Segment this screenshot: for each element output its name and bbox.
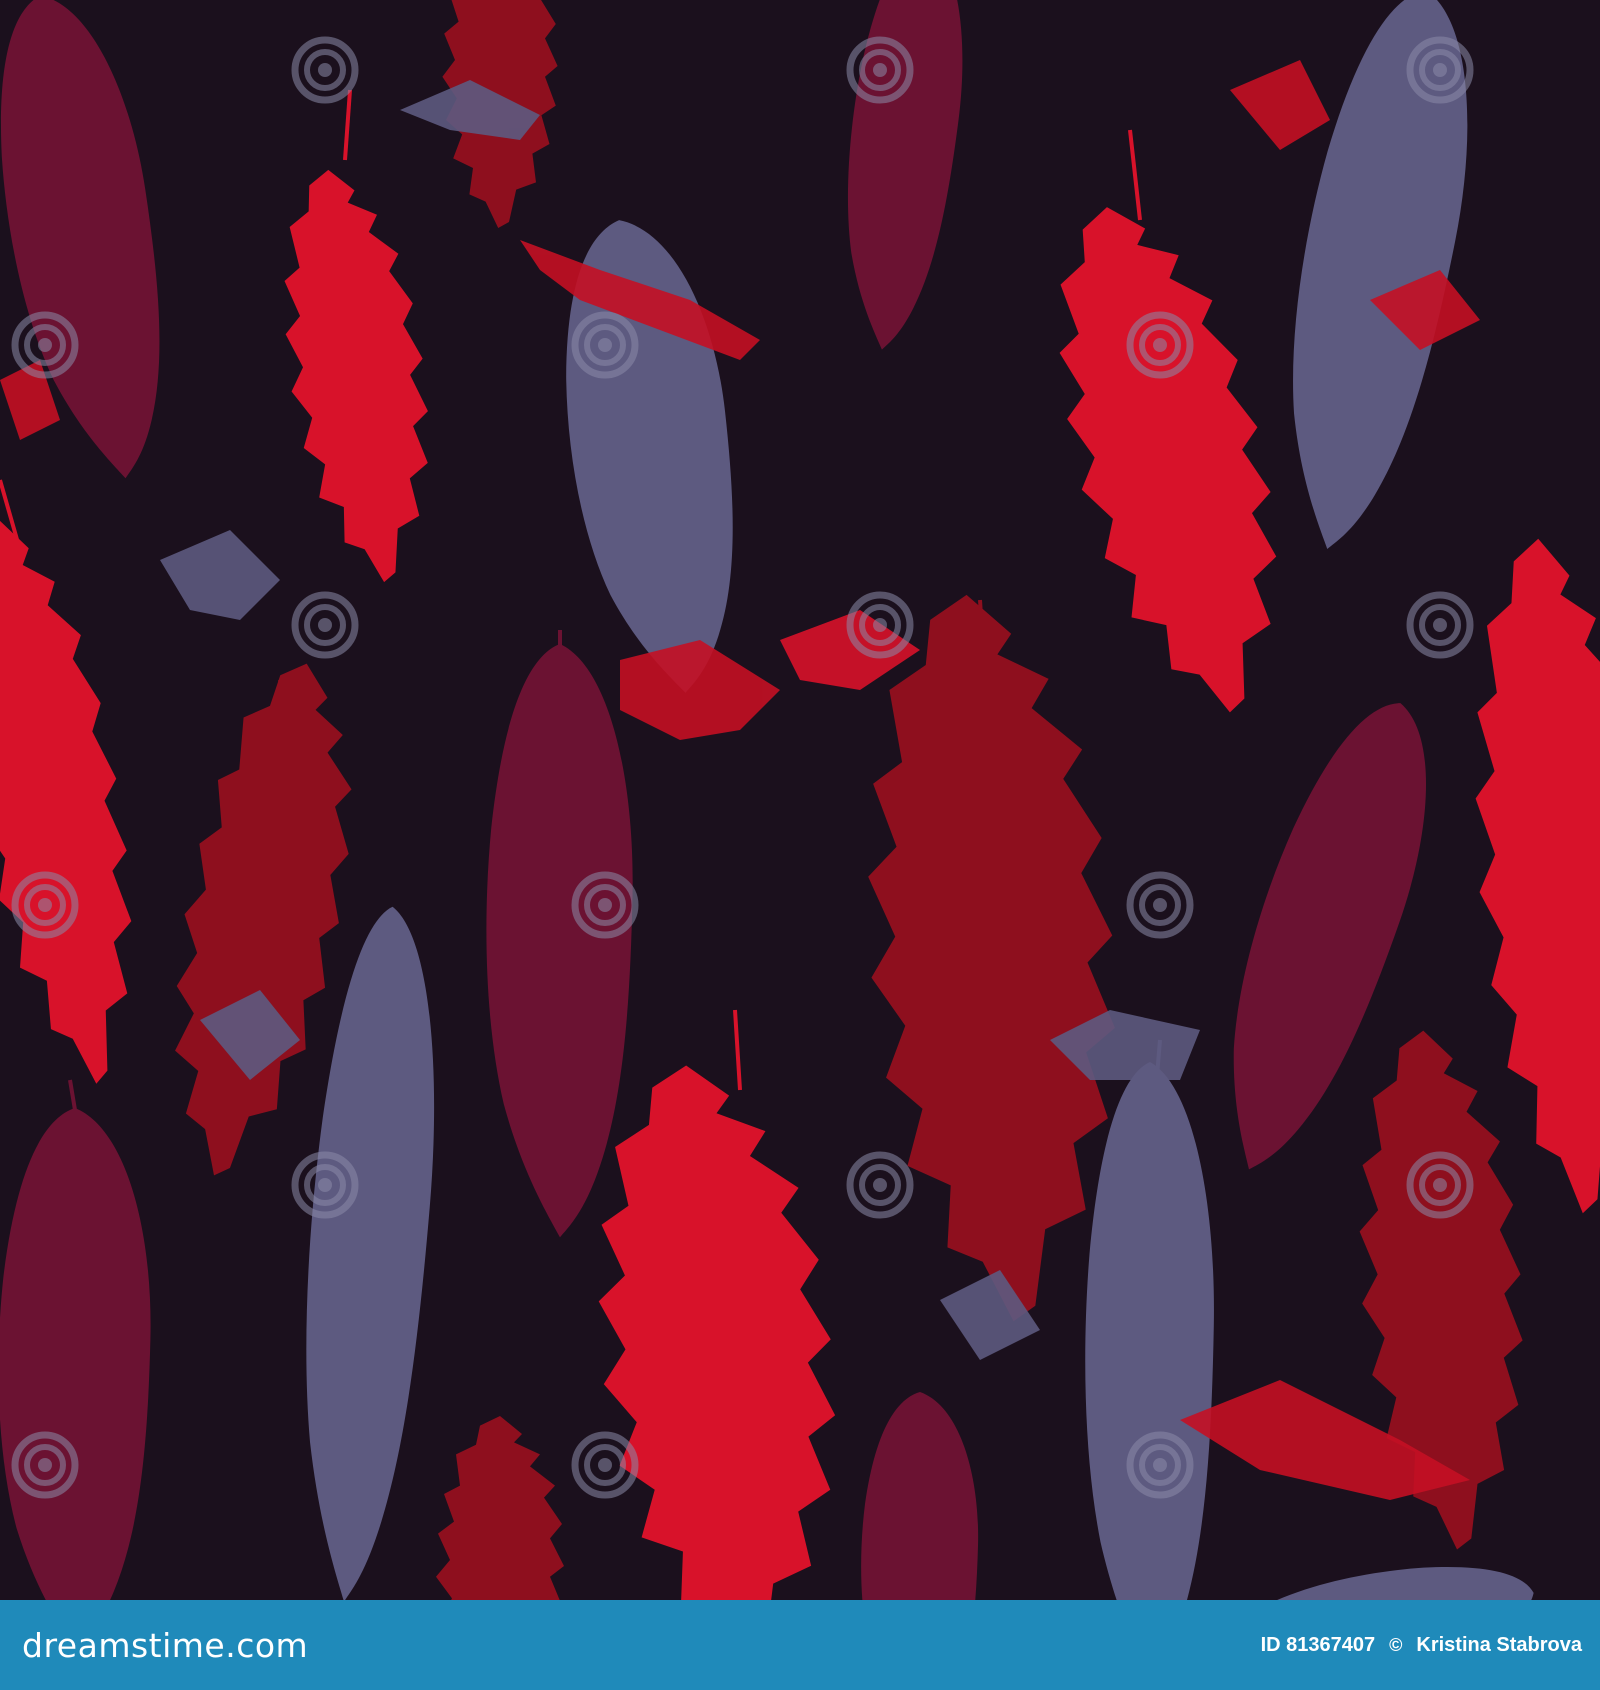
feather-red-1 [261, 89, 453, 592]
copyright-icon: © [1389, 1634, 1403, 1655]
stock-footer-bar: dreamstime.com ID 81367407 © Kristina St… [0, 1600, 1600, 1690]
dreamstime-logo-text[interactable]: dreamstime.com [22, 1626, 308, 1665]
feather-plum-6 [861, 1392, 979, 1600]
feather-darkred-5 [436, 1416, 564, 1600]
feather-lavender-4 [1085, 1039, 1214, 1600]
feather-pattern [0, 0, 1600, 1600]
feather-lavender-3 [285, 902, 451, 1600]
image-id: ID 81367407 [1260, 1633, 1376, 1656]
author-name: Kristina Stabrova [1416, 1633, 1582, 1656]
feather-plum-5 [0, 1079, 151, 1600]
feather-red-3 [0, 479, 168, 1096]
feather-lavender-5 [1195, 1546, 1542, 1600]
pattern-image [0, 0, 1600, 1600]
feather-red-4 [1455, 532, 1600, 1219]
image-credit: ID 81367407 © Kristina Stabrova [1261, 1634, 1582, 1657]
feather-red-2 [1016, 129, 1323, 735]
